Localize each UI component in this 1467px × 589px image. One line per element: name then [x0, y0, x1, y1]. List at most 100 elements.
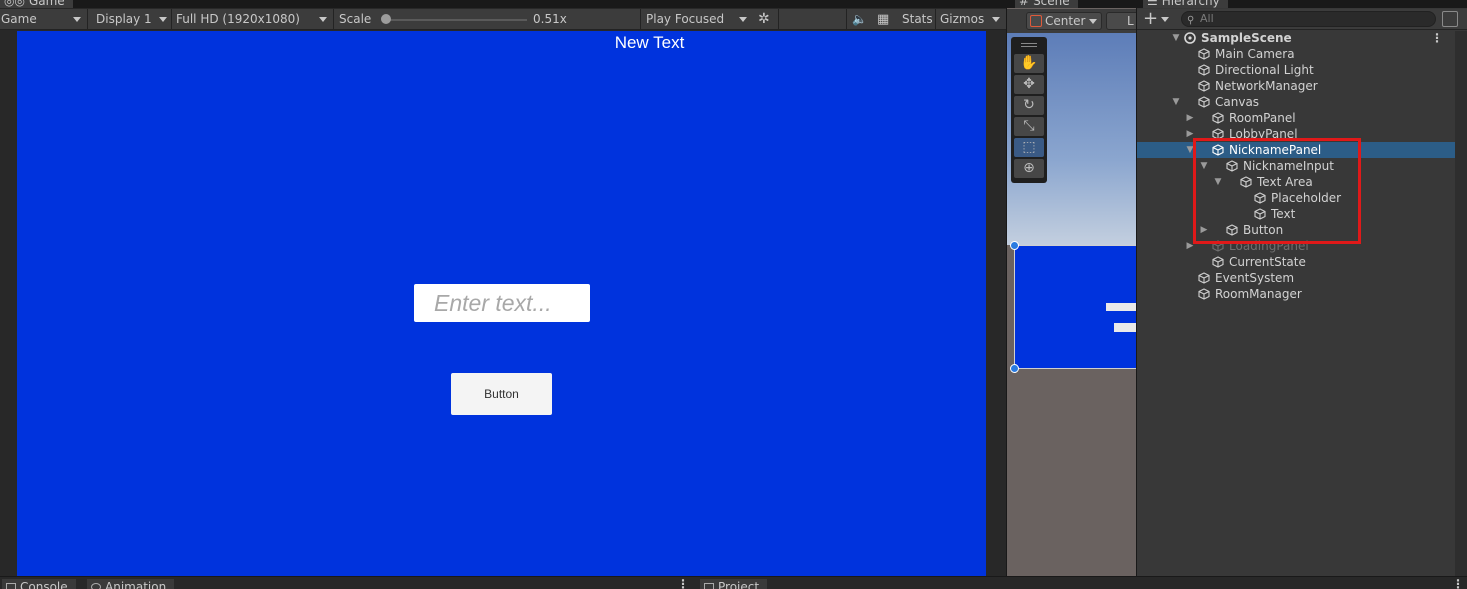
chevron-down-icon [739, 17, 747, 22]
hierarchy-item[interactable]: RoomManager [1137, 286, 1455, 302]
pivot-rotation-dropdown[interactable]: L [1106, 12, 1136, 30]
scale-slider-track[interactable] [382, 19, 527, 21]
gizmos-button[interactable]: Gizmos [940, 9, 984, 30]
annotation-highlight-box [1193, 138, 1361, 244]
scale-label: Scale [339, 12, 372, 26]
more-options-icon[interactable]: ⋮ [677, 577, 689, 589]
scale-tool-icon[interactable]: ⤡ [1014, 117, 1044, 136]
game-view-panel: ◎◎ Game Game Display 1 Full HD (1920x1080… [0, 0, 1006, 576]
rotate-tool-icon[interactable]: ↻ [1014, 96, 1044, 115]
scene-tab-strip: # Scene [1007, 0, 1136, 8]
search-icon: ⚲ [1187, 15, 1195, 26]
folder-icon [704, 583, 714, 589]
fold-open-icon[interactable]: ▼ [1171, 94, 1181, 110]
stats-button[interactable]: Stats [902, 9, 933, 30]
hierarchy-toolbar: + ⚲ All [1137, 9, 1467, 30]
add-object-button[interactable]: + [1143, 8, 1169, 30]
tab-game[interactable]: ◎◎ Game [0, 0, 73, 8]
hierarchy-tab-strip: ☰ Hierarchy [1137, 0, 1467, 8]
hierarchy-item[interactable]: Main Camera [1137, 46, 1455, 62]
drag-grip-icon[interactable] [1021, 43, 1037, 47]
game-tab-strip: ◎◎ Game [0, 0, 1006, 8]
scale-slider-handle[interactable] [381, 14, 392, 24]
chevron-down-icon [159, 17, 167, 22]
bug-icon[interactable]: ✲ [758, 9, 770, 30]
scene-view-panel: # Scene Center L ✋ ✥ ↻ ⤡ ⬚ ⊕ [1007, 0, 1136, 576]
canvas-button[interactable]: Button [451, 373, 552, 415]
gameobject-cube-icon [1198, 272, 1210, 284]
nickname-input[interactable]: Enter text... [414, 284, 590, 322]
gameobject-cube-icon [1212, 112, 1224, 124]
animation-icon [91, 583, 101, 589]
hierarchy-item-label: Directional Light [1215, 63, 1314, 77]
rect-tool-icon[interactable]: ⬚ [1014, 138, 1044, 157]
scene-row[interactable]: ▼ SampleScene ⋮ [1137, 30, 1455, 46]
gameobject-cube-icon [1198, 96, 1210, 108]
gamepad-icon: ◎◎ [4, 0, 25, 8]
hierarchy-item-label: EventSystem [1215, 271, 1295, 285]
hierarchy-item[interactable]: NetworkManager [1137, 78, 1455, 94]
game-viewport: New Text Enter text... Button [0, 31, 1006, 576]
chevron-down-icon [319, 17, 327, 22]
hierarchy-item-label: CurrentState [1229, 255, 1306, 269]
hierarchy-item-label: RoomManager [1215, 287, 1302, 301]
chevron-down-icon [1089, 19, 1097, 24]
gameobject-cube-icon [1212, 256, 1224, 268]
hierarchy-item[interactable]: ▼ Canvas [1137, 94, 1455, 110]
game-mode-dropdown[interactable]: Game [1, 9, 37, 30]
more-options-icon[interactable]: ⋮ [1452, 577, 1464, 589]
rect-handle-bottom-left[interactable] [1010, 364, 1019, 373]
scene-visibility-icon[interactable] [1442, 11, 1458, 27]
fold-open-icon[interactable]: ▼ [1171, 30, 1181, 46]
chevron-down-icon [1161, 17, 1169, 22]
console-icon [6, 583, 16, 589]
tab-scene[interactable]: # Scene [1015, 0, 1078, 8]
play-mode-dropdown[interactable]: Play Focused [646, 9, 724, 30]
hierarchy-item[interactable]: Directional Light [1137, 62, 1455, 78]
hierarchy-item-label: Main Camera [1215, 47, 1295, 61]
scene-input-preview [1106, 303, 1136, 311]
tab-console[interactable]: Console [2, 579, 76, 589]
scene-tools-overlay: ✋ ✥ ↻ ⤡ ⬚ ⊕ [1011, 37, 1047, 183]
tab-animation[interactable]: Animation [87, 579, 175, 589]
gameobject-cube-icon [1198, 64, 1210, 76]
scene-canvas-rect[interactable] [1014, 245, 1136, 369]
hierarchy-item-label: NetworkManager [1215, 79, 1318, 93]
keyboard-icon[interactable]: ▦ [877, 9, 889, 30]
hand-tool-icon[interactable]: ✋ [1014, 54, 1044, 73]
input-placeholder: Enter text... [434, 290, 552, 316]
transform-tool-icon[interactable]: ⊕ [1014, 159, 1044, 178]
scene-button-preview [1114, 323, 1136, 332]
display-dropdown[interactable]: Display 1 [96, 9, 152, 30]
hierarchy-item[interactable]: EventSystem [1137, 270, 1455, 286]
hierarchy-item-label: RoomPanel [1229, 111, 1296, 125]
hash-icon: # [1019, 0, 1030, 8]
hierarchy-item[interactable]: CurrentState [1137, 254, 1455, 270]
gameobject-cube-icon [1198, 48, 1210, 60]
chevron-down-icon[interactable] [992, 17, 1000, 22]
hierarchy-item[interactable]: ▶ RoomPanel [1137, 110, 1455, 126]
move-tool-icon[interactable]: ✥ [1014, 75, 1044, 94]
unity-scene-icon [1184, 32, 1196, 44]
hierarchy-scrollbar[interactable] [1455, 31, 1467, 576]
hierarchy-panel: ☰ Hierarchy + ⚲ All ▼ SampleScene ⋮ Main … [1137, 0, 1467, 576]
resolution-dropdown[interactable]: Full HD (1920x1080) [176, 9, 300, 30]
hierarchy-item-label: Canvas [1215, 95, 1260, 109]
scene-toolbar: Center L [1007, 9, 1136, 33]
list-icon: ☰ [1147, 0, 1158, 8]
fold-closed-icon[interactable]: ▶ [1185, 110, 1195, 126]
rect-handle-top-left[interactable] [1010, 241, 1019, 250]
game-toolbar: Game Display 1 Full HD (1920x1080) Scale… [0, 9, 1006, 30]
tab-hierarchy[interactable]: ☰ Hierarchy [1143, 0, 1228, 8]
gameobject-cube-icon [1198, 80, 1210, 92]
hierarchy-search-input[interactable]: ⚲ All [1181, 11, 1436, 27]
plus-icon: + [1143, 8, 1159, 29]
game-canvas: New Text Enter text... Button [17, 31, 986, 576]
audio-mute-icon[interactable]: 🔈 [852, 9, 867, 30]
bottom-tab-strip: Console Animation ⋮ Project ⋮ [0, 577, 1467, 589]
scale-value: 0.51x [533, 12, 567, 26]
pivot-mode-dropdown[interactable]: Center [1026, 12, 1102, 30]
pivot-icon [1030, 15, 1042, 27]
more-options-icon[interactable]: ⋮ [1431, 30, 1443, 46]
tab-project[interactable]: Project [700, 579, 768, 589]
